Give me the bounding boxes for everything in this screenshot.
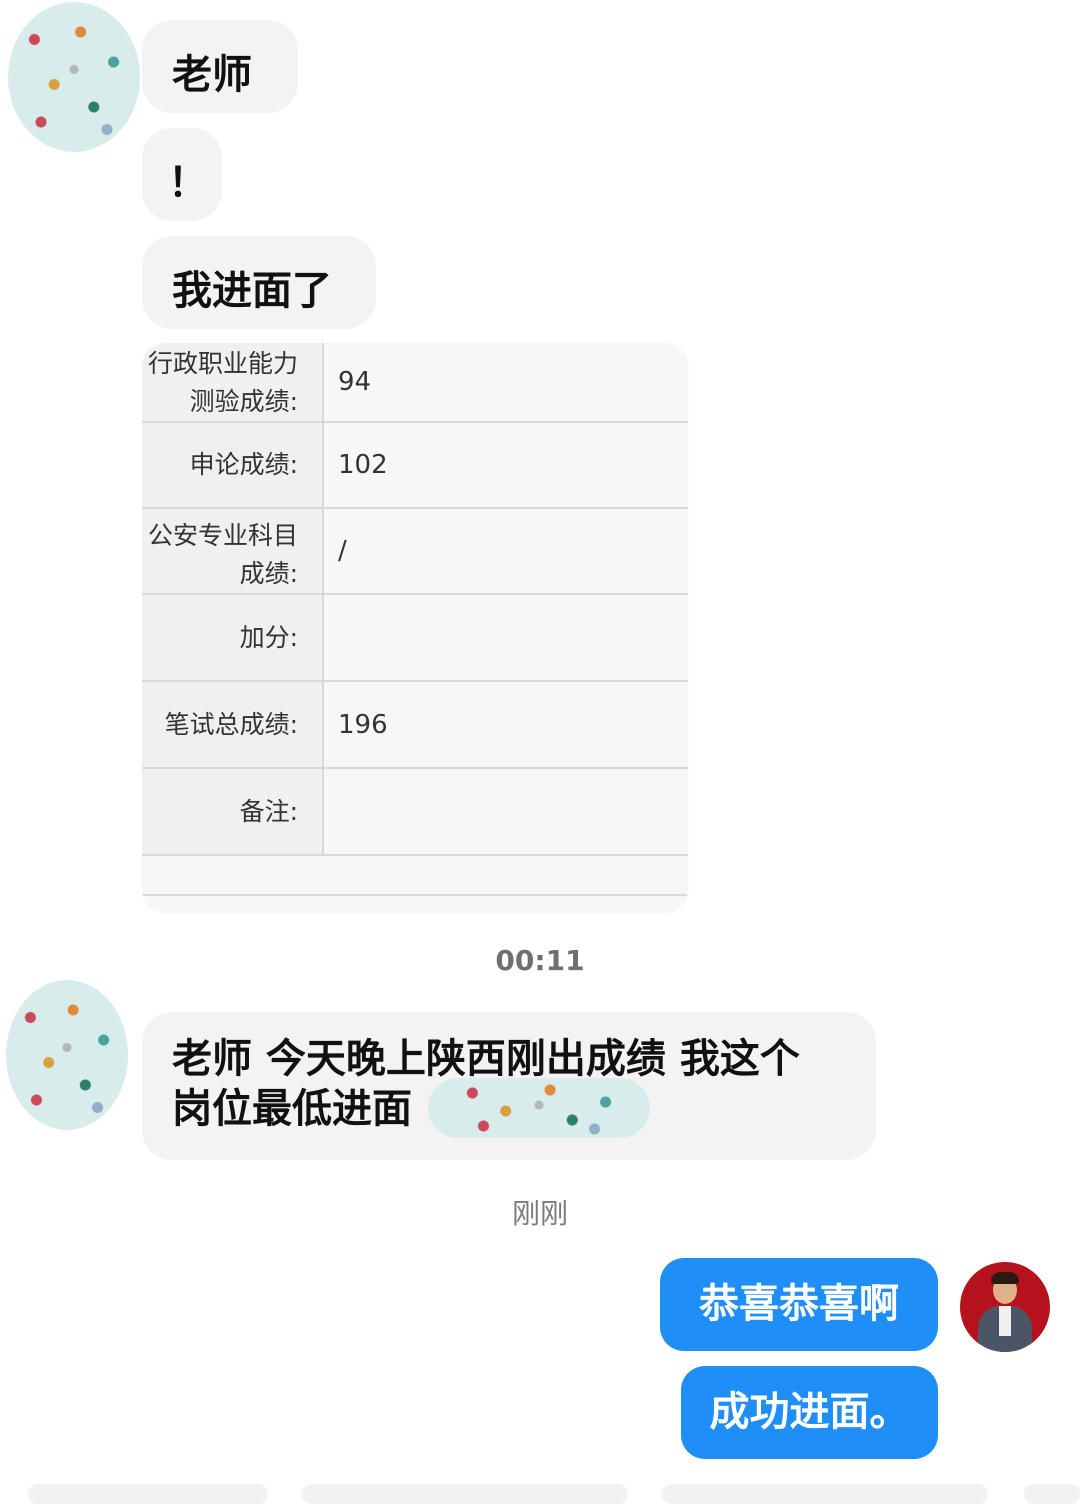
quick-reply-button[interactable] <box>28 1484 268 1504</box>
quick-reply-button[interactable] <box>302 1484 628 1504</box>
message-timestamp: 00:11 <box>495 944 585 977</box>
message-bubble-outgoing[interactable]: 恭喜恭喜啊 <box>660 1258 938 1351</box>
score-row: 备注: <box>142 769 688 856</box>
score-label-line: 测验成绩: <box>189 387 298 416</box>
score-label: 行政职业能力 测验成绩: <box>142 343 324 421</box>
student-avatar-icon[interactable] <box>6 980 128 1130</box>
score-label: 公安专业科目 成绩: <box>142 509 324 593</box>
message-text: 恭喜恭喜啊 <box>699 1281 899 1327</box>
message-bubble-incoming[interactable]: 老师 <box>142 20 298 113</box>
message-text: 成功进面。 <box>709 1389 910 1435</box>
score-row: 加分: <box>142 595 688 682</box>
score-row: 行政职业能力 测验成绩: 94 <box>142 343 688 423</box>
score-value: 196 <box>338 709 388 740</box>
score-value: 102 <box>338 450 388 480</box>
score-value: 94 <box>338 367 372 397</box>
score-screenshot-image[interactable]: 行政职业能力 测验成绩: 94 申论成绩: 102 公安专业科目 成绩: / 加… <box>142 343 688 913</box>
student-avatar-icon[interactable] <box>8 2 140 152</box>
quick-reply-button[interactable] <box>662 1484 988 1504</box>
message-text-line: 岗位最低进面 <box>172 1078 876 1138</box>
message-bubble-incoming[interactable]: 我进面了 <box>142 236 376 329</box>
avatar-figure-shirt <box>999 1306 1011 1336</box>
score-row: 笔试总成绩: 196 <box>142 682 688 769</box>
score-label-line: 成绩: <box>239 559 298 588</box>
message-text: 老师 <box>172 52 252 98</box>
message-text: ！ <box>168 160 208 206</box>
score-label-line: 行政职业能力 <box>147 349 298 378</box>
message-bubble-incoming[interactable]: ！ <box>142 128 222 221</box>
message-timestamp: 刚刚 <box>511 1197 568 1230</box>
redacted-mosaic-icon <box>428 1078 650 1138</box>
message-text: 我进面了 <box>172 268 332 314</box>
message-bubble-incoming[interactable]: 老师 今天晚上陕西刚出成绩 我这个 岗位最低进面 <box>142 1012 876 1160</box>
score-label: 备注: <box>142 769 324 854</box>
quick-reply-button[interactable] <box>1024 1484 1080 1504</box>
score-value: / <box>338 536 347 566</box>
score-row-empty <box>142 856 688 896</box>
score-label: 申论成绩: <box>142 423 324 507</box>
score-label: 笔试总成绩: <box>142 682 324 767</box>
message-text: 岗位最低进面 <box>172 1086 412 1132</box>
score-label-line: 申论成绩: <box>189 450 298 479</box>
score-label-line: 加分: <box>239 622 298 652</box>
score-label-line: 笔试总成绩: <box>164 709 298 739</box>
teacher-avatar-icon[interactable] <box>960 1262 1050 1352</box>
score-row: 申论成绩: 102 <box>142 423 688 509</box>
message-bubble-outgoing[interactable]: 成功进面。 <box>681 1366 938 1459</box>
score-label-line: 备注: <box>239 796 298 826</box>
message-text-line: 老师 今天晚上陕西刚出成绩 我这个 <box>172 1036 800 1082</box>
avatar-figure-hair <box>991 1272 1019 1284</box>
score-label: 加分: <box>142 595 324 680</box>
score-label-line: 公安专业科目 <box>147 521 298 550</box>
score-row: 公安专业科目 成绩: / <box>142 509 688 595</box>
